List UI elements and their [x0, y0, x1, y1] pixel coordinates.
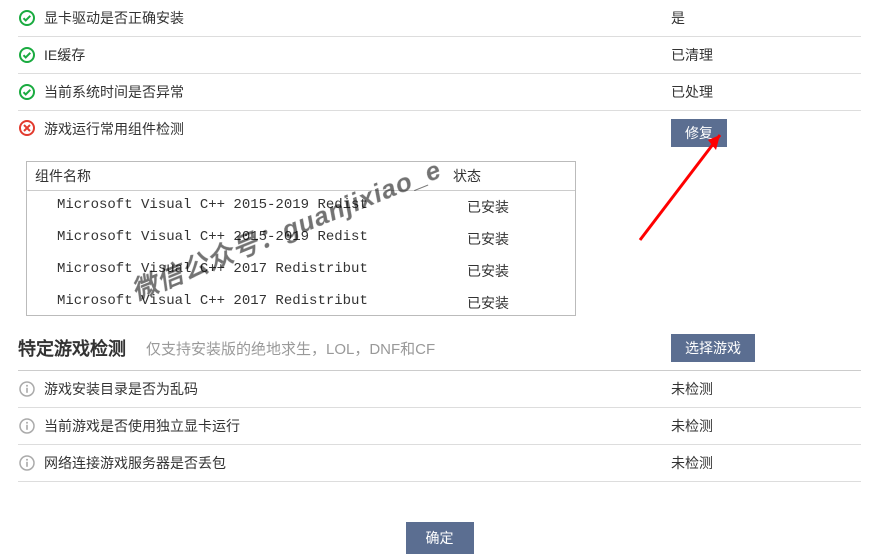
check-row-game-components: 游戏运行常用组件检测 修复 — [18, 111, 861, 155]
table-header: 组件名称 状态 — [27, 162, 575, 191]
td-status: 已安装 — [467, 293, 567, 313]
game-check-dedicated-gpu: 当前游戏是否使用独立显卡运行 未检测 — [18, 408, 861, 445]
table-body[interactable]: Microsoft Visual C++ 2015-2019 Redist 已安… — [27, 191, 575, 315]
game-section-header: 特定游戏检测 仅支持安装版的绝地求生，LOL，DNF和CF 选择游戏 — [18, 326, 861, 371]
table-row[interactable]: Microsoft Visual C++ 2017 Redistribut 已安… — [27, 287, 575, 315]
td-name: Microsoft Visual C++ 2017 Redistribut — [57, 293, 467, 313]
check-ok-icon — [18, 9, 36, 27]
td-name: Microsoft Visual C++ 2015-2019 Redist — [57, 229, 467, 249]
repair-button[interactable]: 修复 — [671, 119, 727, 147]
game-check-install-path: 游戏安装目录是否为乱码 未检测 — [18, 371, 861, 408]
td-status: 已安装 — [467, 229, 567, 249]
check-status: 已清理 — [671, 45, 861, 65]
select-game-button[interactable]: 选择游戏 — [671, 334, 755, 362]
check-row-ie-cache: IE缓存 已清理 — [18, 37, 861, 74]
table-row[interactable]: Microsoft Visual C++ 2015-2019 Redist 已安… — [27, 191, 575, 223]
check-label: 当前系统时间是否异常 — [44, 82, 671, 102]
check-ok-icon — [18, 46, 36, 64]
check-status: 是 — [671, 8, 861, 28]
error-icon — [18, 119, 36, 137]
check-label: 游戏安装目录是否为乱码 — [44, 379, 671, 399]
check-ok-icon — [18, 83, 36, 101]
check-status: 未检测 — [671, 379, 861, 399]
check-status: 未检测 — [671, 453, 861, 473]
td-status: 已安装 — [467, 197, 567, 217]
game-check-network-loss: 网络连接游戏服务器是否丢包 未检测 — [18, 445, 861, 482]
th-component-name[interactable]: 组件名称 — [27, 162, 445, 190]
td-name: Microsoft Visual C++ 2015-2019 Redist — [57, 197, 467, 217]
check-label: 游戏运行常用组件检测 — [44, 119, 671, 139]
check-row-system-time: 当前系统时间是否异常 已处理 — [18, 74, 861, 111]
check-row-gpu-driver: 显卡驱动是否正确安装 是 — [18, 0, 861, 37]
th-component-status[interactable]: 状态 — [445, 162, 575, 190]
section-title: 特定游戏检测 — [18, 335, 126, 361]
component-table: 组件名称 状态 Microsoft Visual C++ 2015-2019 R… — [26, 161, 576, 316]
check-label: 当前游戏是否使用独立显卡运行 — [44, 416, 671, 436]
check-label: 网络连接游戏服务器是否丢包 — [44, 453, 671, 473]
td-name: Microsoft Visual C++ 2017 Redistribut — [57, 261, 467, 281]
check-status: 已处理 — [671, 82, 861, 102]
table-row[interactable]: Microsoft Visual C++ 2015-2019 Redist 已安… — [27, 223, 575, 255]
td-status: 已安装 — [467, 261, 567, 281]
check-label: IE缓存 — [44, 45, 671, 65]
section-hint: 仅支持安装版的绝地求生，LOL，DNF和CF — [146, 338, 671, 359]
info-icon — [18, 454, 36, 472]
footer: 确定 — [18, 482, 861, 554]
check-status: 未检测 — [671, 416, 861, 436]
confirm-button[interactable]: 确定 — [406, 522, 474, 554]
info-icon — [18, 417, 36, 435]
check-label: 显卡驱动是否正确安装 — [44, 8, 671, 28]
info-icon — [18, 380, 36, 398]
table-row[interactable]: Microsoft Visual C++ 2017 Redistribut 已安… — [27, 255, 575, 287]
